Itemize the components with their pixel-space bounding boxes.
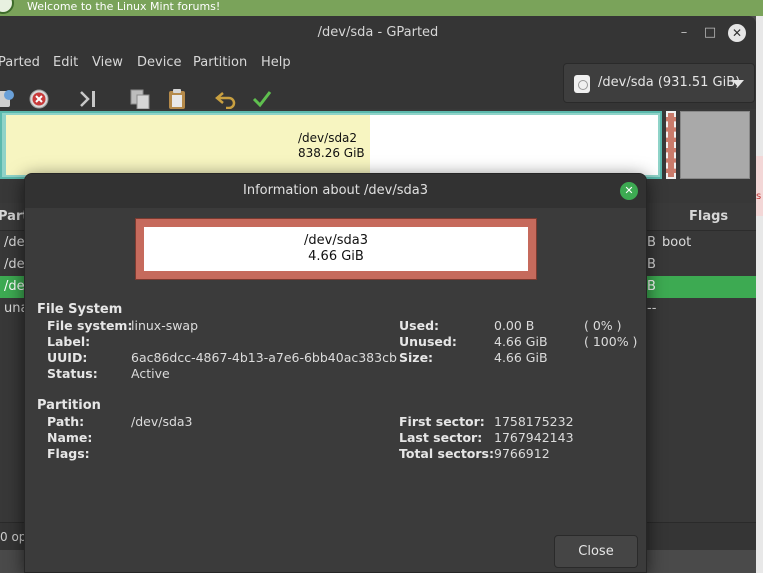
window-title: /dev/sda - GParted: [317, 25, 439, 40]
name-label: Name:: [47, 430, 93, 445]
partition-visual-size: 4.66 GiB: [308, 249, 364, 264]
resize-move-icon[interactable]: [77, 87, 101, 111]
browser-alert-strip: [756, 156, 763, 216]
used-value: 0.00 B: [494, 318, 535, 333]
column-flags[interactable]: Flags: [689, 209, 728, 224]
harddisk-icon: [574, 75, 590, 93]
unused-value: 4.66 GiB: [494, 334, 548, 349]
dialog-title: Information about /dev/sda3: [243, 183, 428, 198]
size-value: 4.66 GiB: [494, 350, 548, 365]
window-close-icon[interactable]: ✕: [728, 24, 746, 42]
device-selector[interactable]: /dev/sda (931.51 GiB): [563, 63, 755, 103]
used-percent: ( 0% ): [584, 318, 622, 333]
graph-partition-sda3[interactable]: [666, 111, 676, 179]
row-unit: B: [647, 279, 656, 294]
maximize-icon[interactable]: □: [701, 24, 719, 42]
total-sectors-value: 9766912: [494, 446, 550, 461]
partition-info-dialog: Information about /dev/sda3 ✕ /dev/sda3 …: [24, 173, 647, 573]
window-titlebar[interactable]: /dev/sda - GParted – □ ✕: [0, 16, 756, 50]
filesystem-value: linux-swap: [131, 318, 199, 333]
menu-gparted[interactable]: Parted: [0, 55, 40, 70]
linux-mint-logo-icon: [0, 0, 14, 14]
partition-visual: /dev/sda3 4.66 GiB: [135, 218, 537, 280]
filesystem-heading: File System: [37, 302, 123, 317]
dialog-close-icon[interactable]: ✕: [620, 182, 638, 200]
partition-visual-name: /dev/sda3: [304, 233, 368, 248]
unused-percent: ( 100% ): [584, 334, 638, 349]
dialog-titlebar[interactable]: Information about /dev/sda3 ✕: [25, 174, 646, 208]
row-unit: B: [647, 257, 656, 272]
unused-label: Unused:: [399, 334, 457, 349]
first-sector-value: 1758175232: [494, 414, 574, 429]
device-selector-label: /dev/sda (931.51 GiB): [598, 75, 741, 90]
welcome-text: Welcome to the Linux Mint forums!: [27, 0, 221, 13]
status-label: Status:: [47, 366, 98, 381]
uuid-value: 6ac86dcc-4867-4b13-a7e6-6bb40ac383cb: [131, 350, 397, 365]
filesystem-label: File system:: [47, 318, 133, 333]
delete-icon[interactable]: [27, 87, 51, 111]
row-unit: B: [647, 235, 656, 250]
path-value: /dev/sda3: [131, 414, 193, 429]
graph-sda2-label: /dev/sda2 838.26 GiB: [298, 131, 365, 161]
partition-graph: /dev/sda2 838.26 GiB: [0, 109, 756, 181]
graph-sda2-free-space: [370, 115, 658, 175]
total-sectors-label: Total sectors:: [399, 446, 494, 461]
minimize-icon[interactable]: –: [675, 24, 693, 42]
browser-edge-text: s: [756, 191, 762, 202]
browser-notification-bar: Welcome to the Linux Mint forums!: [0, 0, 763, 16]
status-value: Active: [131, 366, 170, 381]
browser-background-edge: s: [756, 16, 763, 573]
close-button[interactable]: Close: [554, 535, 638, 568]
apply-icon[interactable]: [250, 87, 274, 111]
undo-icon[interactable]: [214, 87, 238, 111]
chevron-down-icon: [732, 80, 744, 87]
uuid-label: UUID:: [47, 350, 88, 365]
partition-heading: Partition: [37, 398, 101, 413]
partition-visual-inner: /dev/sda3 4.66 GiB: [144, 227, 528, 271]
paste-icon[interactable]: [165, 87, 189, 111]
flags-label: Flags:: [47, 446, 90, 461]
menu-device[interactable]: Device: [137, 55, 181, 70]
last-sector-value: 1767942143: [494, 430, 574, 445]
menu-partition[interactable]: Partition: [193, 55, 247, 70]
graph-sda2-name: /dev/sda2: [298, 131, 358, 145]
copy-icon[interactable]: [128, 87, 152, 111]
new-icon[interactable]: [0, 87, 16, 111]
menu-edit[interactable]: Edit: [53, 55, 78, 70]
size-label: Size:: [399, 350, 434, 365]
row-flags: boot: [662, 235, 692, 250]
path-label: Path:: [47, 414, 85, 429]
menu-view[interactable]: View: [92, 55, 123, 70]
graph-sda2-size: 838.26 GiB: [298, 146, 365, 160]
fs-label-label: Label:: [47, 334, 91, 349]
last-sector-label: Last sector:: [399, 430, 483, 445]
menu-help[interactable]: Help: [261, 55, 291, 70]
graph-unallocated[interactable]: [680, 111, 750, 179]
used-label: Used:: [399, 318, 440, 333]
first-sector-label: First sector:: [399, 414, 485, 429]
row-unit: --: [647, 301, 657, 316]
